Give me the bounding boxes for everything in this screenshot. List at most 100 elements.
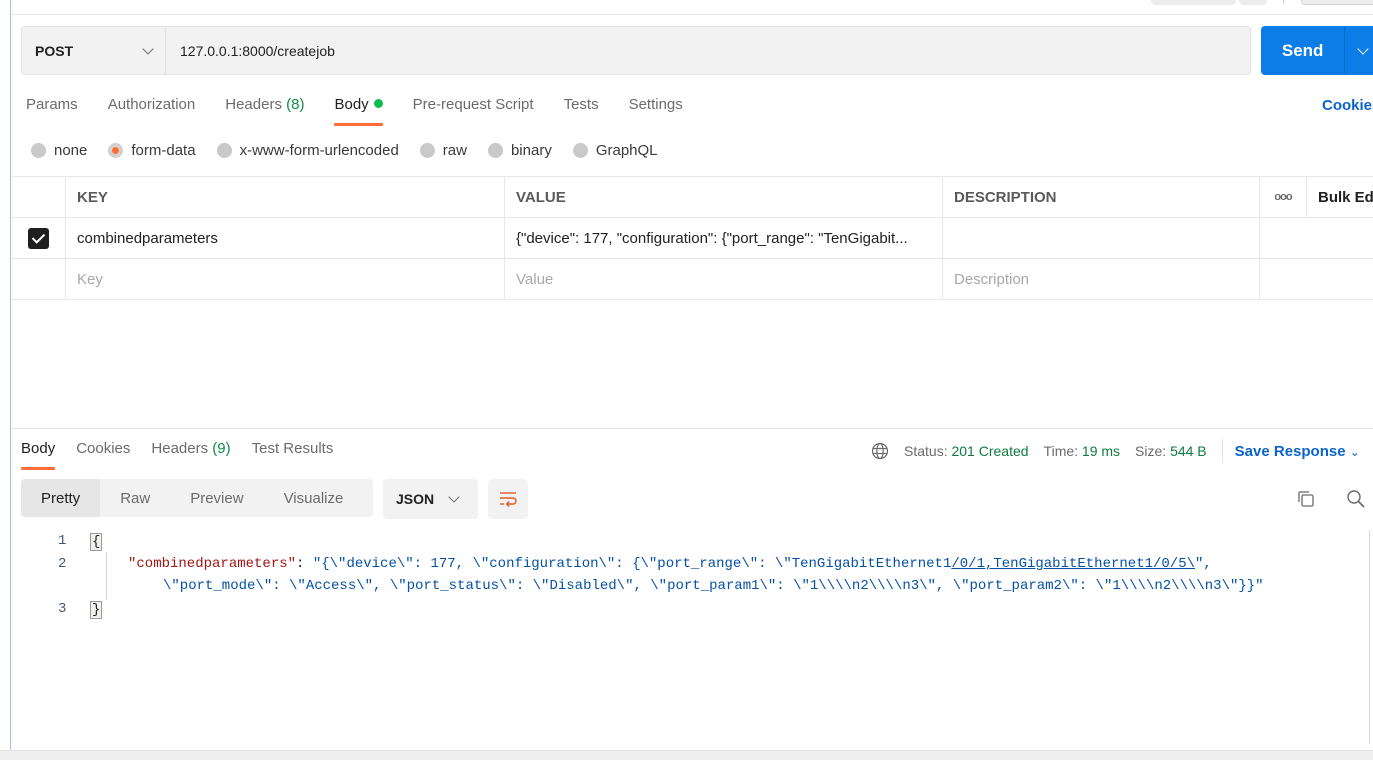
response-meta: Status: 201 Created Time: 19 ms Size: 54… (871, 439, 1360, 463)
tab-label: Pre-request Script (412, 96, 534, 113)
line-number: 1 (58, 533, 67, 549)
row-enabled-checkbox[interactable] (27, 227, 49, 249)
indent-guide (106, 552, 107, 600)
tab-label: Test Results (251, 440, 334, 457)
view-mode-group: Pretty Raw Preview Visualize (21, 479, 373, 517)
json-string-link[interactable]: /0/1,TenGigabitEthernet1/0/5\ (951, 556, 1195, 572)
tab-label: Body (21, 440, 56, 457)
toolbar-button-partial[interactable] (1239, 0, 1267, 5)
row-enabled-cell (11, 259, 66, 299)
json-string-part: "{\"device\": 177, \"configuration\": {\… (312, 556, 952, 572)
url-input[interactable] (166, 27, 1250, 74)
response-tab-cookies[interactable]: Cookies (76, 440, 130, 470)
table-row-new: Key Value Description (11, 259, 1373, 300)
radio-circle-icon (31, 143, 46, 158)
tab-label: Params (26, 96, 78, 113)
view-preview[interactable]: Preview (170, 479, 263, 517)
description-cell[interactable] (943, 218, 1260, 258)
tab-params[interactable]: Params (26, 96, 78, 126)
tab-label: Tests (563, 96, 599, 113)
chevron-down-icon (1357, 42, 1369, 55)
send-button-group: Send (1261, 26, 1373, 75)
toolbar-divider (1283, 0, 1284, 4)
row-enabled-cell (11, 218, 66, 258)
status-label: Status: (904, 443, 948, 459)
radio-label: x-www-form-urlencoded (239, 142, 399, 159)
description-input[interactable]: Description (943, 259, 1260, 299)
wrap-lines-icon (500, 492, 517, 507)
body-type-radio-group: none form-data x-www-form-urlencoded raw… (31, 142, 679, 159)
size-label: Size: (1135, 443, 1167, 459)
status-value: 201 Created (951, 443, 1029, 459)
radio-x-www-form-urlencoded[interactable]: x-www-form-urlencoded (216, 142, 399, 159)
value-input[interactable]: Value (505, 259, 943, 299)
format-select[interactable]: JSON (383, 479, 478, 519)
cookies-link[interactable]: Cookies (1322, 97, 1373, 114)
request-response-divider[interactable] (11, 428, 1373, 429)
radio-circle-icon (216, 143, 232, 158)
top-toolbar-strip (11, 0, 1373, 15)
value-cell[interactable]: {"device": 177, "configuration": {"port_… (505, 218, 943, 258)
send-options-button[interactable] (1345, 42, 1373, 55)
view-raw[interactable]: Raw (100, 479, 170, 517)
table-row: combinedparameters {"device": 177, "conf… (11, 218, 1373, 259)
size-info[interactable]: Size: 544 B (1135, 443, 1207, 459)
radio-label: GraphQL (595, 142, 658, 159)
tab-authorization[interactable]: Authorization (108, 96, 196, 126)
bulk-edit-button[interactable]: Bulk Edit (1307, 177, 1373, 217)
code-line-1: { (90, 533, 103, 551)
radio-form-data[interactable]: form-data (108, 142, 196, 159)
chevron-down-icon (448, 491, 460, 503)
radio-label: form-data (131, 142, 196, 159)
more-options-button[interactable]: ooo (1260, 177, 1307, 217)
tab-pre-request-script[interactable]: Pre-request Script (413, 96, 534, 126)
radio-raw[interactable]: raw (419, 142, 467, 159)
view-pretty[interactable]: Pretty (21, 479, 101, 517)
vertical-scrollbar[interactable] (1369, 530, 1370, 744)
method-select[interactable]: POST (22, 27, 166, 74)
tab-body[interactable]: Body (334, 96, 383, 126)
row-trailing-cell (1260, 218, 1373, 258)
response-tab-test-results[interactable]: Test Results (252, 440, 334, 470)
radio-label: raw (442, 142, 467, 159)
radio-circle-selected-icon (108, 143, 124, 158)
response-tabs: Body Cookies Headers (9) Test Results (21, 440, 354, 470)
row-trailing-cell (1260, 259, 1373, 299)
form-data-table: KEY VALUE DESCRIPTION ooo Bulk Edit comb… (11, 176, 1373, 300)
radio-graphql[interactable]: GraphQL (572, 142, 658, 159)
radio-none[interactable]: none (31, 142, 87, 159)
view-visualize[interactable]: Visualize (264, 479, 364, 517)
headers-count: (8) (286, 96, 305, 113)
tab-settings[interactable]: Settings (629, 96, 683, 126)
key-input[interactable]: Key (66, 259, 505, 299)
tab-label: Body (334, 96, 369, 113)
method-label: POST (35, 42, 74, 59)
time-info[interactable]: Time: 19 ms (1044, 443, 1121, 459)
status-info[interactable]: Status: 201 Created (904, 443, 1029, 459)
toolbar-button-partial[interactable] (1151, 0, 1236, 5)
key-cell[interactable]: combinedparameters (66, 218, 505, 258)
tab-label: Authorization (107, 96, 196, 113)
json-key: "combinedparameters" (128, 556, 297, 572)
send-button[interactable]: Send (1261, 41, 1344, 61)
radio-label: none (54, 142, 88, 159)
tab-tests[interactable]: Tests (564, 96, 599, 126)
response-tab-body[interactable]: Body (21, 440, 56, 470)
toolbar-toggle-partial[interactable] (1301, 0, 1373, 5)
tab-headers[interactable]: Headers (8) (225, 96, 304, 126)
response-tab-headers[interactable]: Headers (9) (151, 440, 230, 470)
code-line-2: "combinedparameters": "{\"device\": 177,… (128, 556, 1212, 572)
copy-icon[interactable] (1295, 488, 1317, 510)
body-active-dot-icon (373, 99, 383, 108)
tab-label: Cookies (76, 440, 131, 457)
code-line-2-wrap: \"port_mode\": \"Access\", \"port_status… (163, 578, 1264, 594)
save-response-button[interactable]: Save Response ⌄ (1235, 443, 1360, 460)
search-icon[interactable] (1345, 488, 1367, 510)
radio-binary[interactable]: binary (487, 142, 552, 159)
bulk-edit-label: Bulk Edit (1318, 188, 1373, 206)
globe-icon[interactable] (871, 442, 889, 460)
close-brace: } (90, 601, 103, 619)
meta-divider (1221, 439, 1223, 463)
wrap-lines-button[interactable] (488, 479, 528, 519)
json-string-part: ", (1195, 556, 1212, 572)
